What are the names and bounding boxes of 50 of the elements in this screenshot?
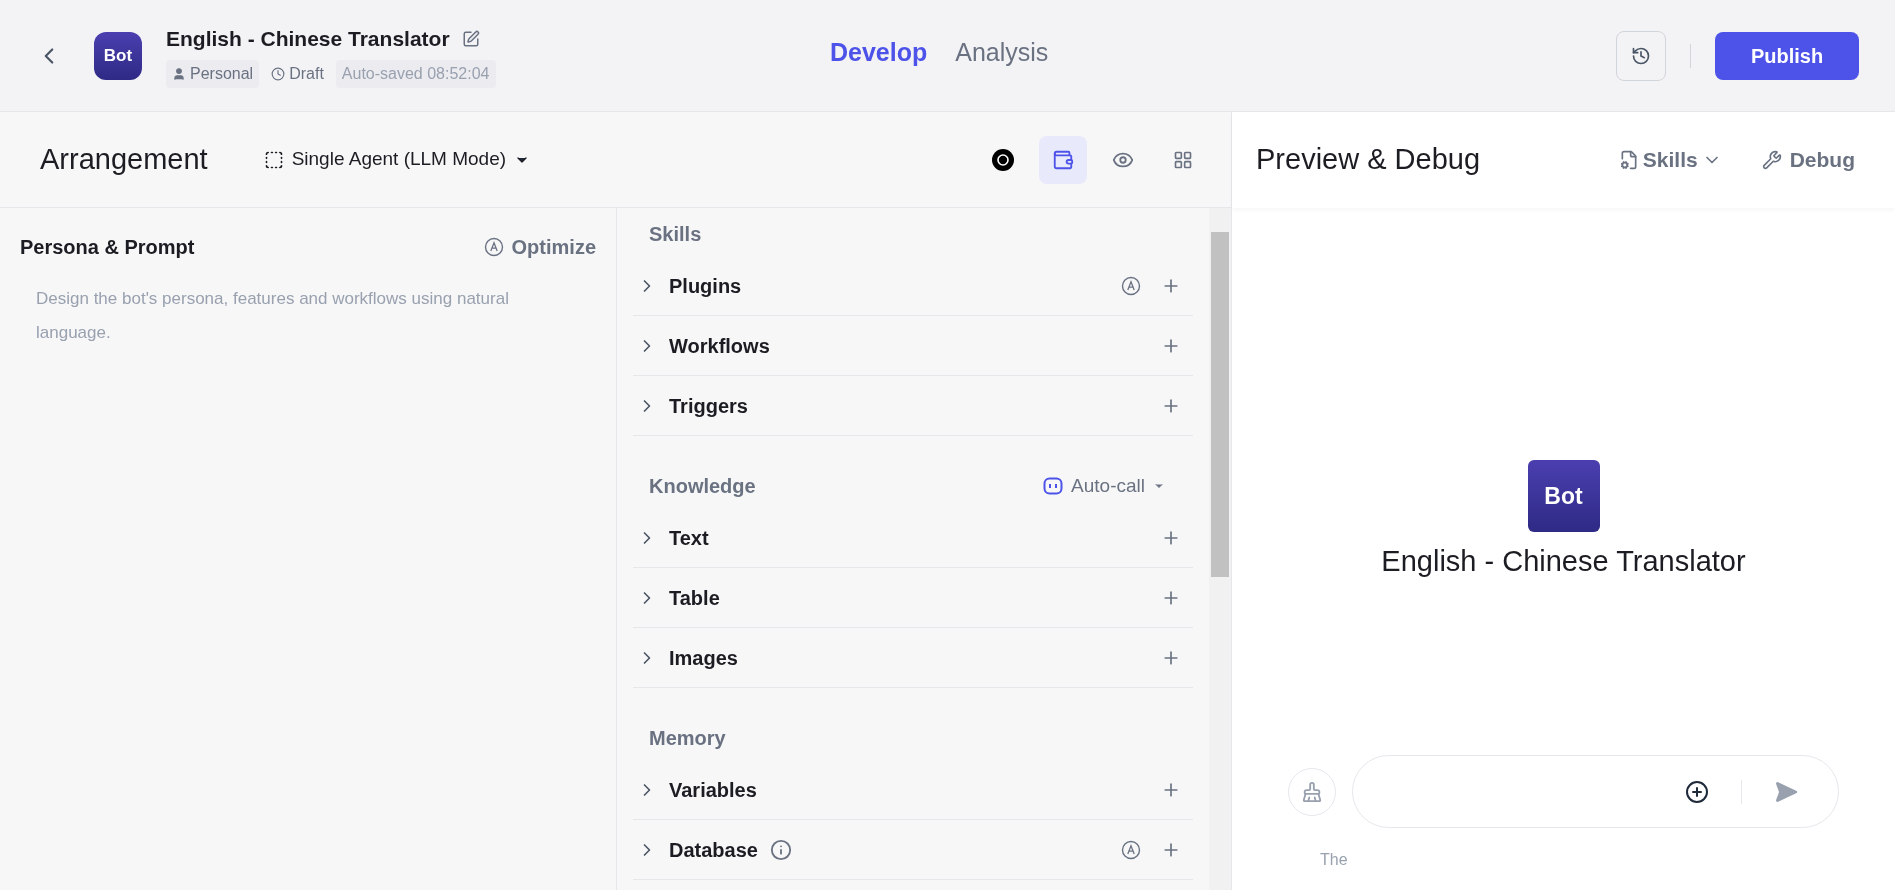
section-title: Skills xyxy=(649,222,702,247)
letter-a-circle-icon[interactable] xyxy=(1121,839,1141,860)
auto-call-dropdown[interactable]: Auto-call xyxy=(1043,471,1165,501)
publish-button[interactable]: Publish xyxy=(1715,31,1859,80)
section-item-label: Triggers xyxy=(669,393,748,419)
section-item-label: Database xyxy=(669,837,758,863)
send-icon[interactable] xyxy=(1774,779,1798,804)
bot-name: English - Chinese Translator xyxy=(1381,543,1746,579)
skills-dropdown[interactable]: Skills xyxy=(1618,144,1722,176)
owner-tag: Personal xyxy=(166,60,260,89)
nav-tab[interactable]: Develop xyxy=(830,34,928,72)
bot-title: English - Chinese Translator xyxy=(166,25,450,52)
clock-icon xyxy=(271,67,286,82)
broom-icon xyxy=(1301,780,1323,803)
section-item-label: Plugins xyxy=(669,273,742,299)
autosave-tag: Auto-saved 08:52:04 xyxy=(335,60,496,89)
section-item-label: Text xyxy=(669,525,709,551)
wallet-icon xyxy=(1052,148,1074,171)
section-item-label: Workflows xyxy=(669,333,770,359)
preview-title: Preview & Debug xyxy=(1256,142,1481,178)
letter-a-circle-icon[interactable] xyxy=(1121,275,1141,296)
scrollbar[interactable] xyxy=(1209,208,1231,890)
arrangement-title: Arrangement xyxy=(40,141,208,177)
mode-dropdown[interactable]: Single Agent (LLM Mode) xyxy=(263,145,531,174)
history-icon xyxy=(1631,45,1651,66)
prompt-field[interactable]: Design the bot's persona, features and workflows using natural language. xyxy=(20,282,560,410)
section-title: Knowledge xyxy=(649,474,756,499)
file-gear-icon xyxy=(1618,150,1639,170)
letter-a-circle-icon[interactable] xyxy=(483,237,504,257)
model-logo-icon xyxy=(991,147,1015,172)
info-icon xyxy=(769,838,792,861)
bot-avatar: Bot xyxy=(1527,459,1600,532)
bot-logo: Bot xyxy=(94,31,142,80)
edit-icon[interactable] xyxy=(461,29,480,48)
section-item-label: Variables xyxy=(669,777,757,803)
history-button[interactable] xyxy=(1616,30,1666,81)
grid-icon xyxy=(1173,149,1193,170)
wrench-icon xyxy=(1761,150,1782,170)
robot-face-icon xyxy=(1043,477,1064,495)
optimize-button[interactable]: Optimize xyxy=(483,232,596,262)
section-title: Memory xyxy=(649,726,726,751)
person-icon xyxy=(172,67,186,82)
debug-button[interactable]: Debug xyxy=(1761,144,1855,176)
section-item-label: Images xyxy=(669,645,738,671)
add-circle-icon[interactable] xyxy=(1685,779,1709,804)
nav-tab[interactable]: Analysis xyxy=(955,34,1049,72)
section-item-label: Table xyxy=(669,585,720,611)
disclaimer-text: The xyxy=(1320,851,1348,868)
status-tag: Draft xyxy=(267,62,328,87)
persona-title: Persona & Prompt xyxy=(20,235,195,260)
